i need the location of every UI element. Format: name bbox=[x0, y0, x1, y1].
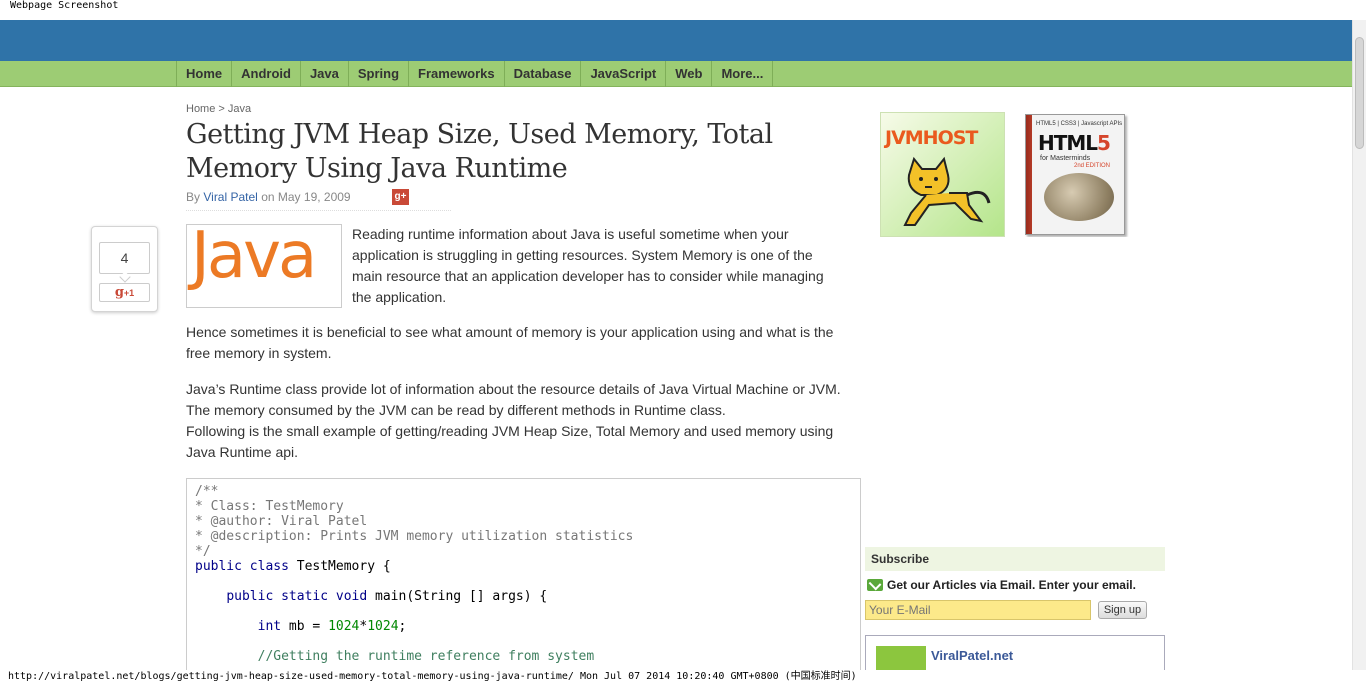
code-line: public class TestMemory { bbox=[195, 559, 852, 574]
google-plus-icon: g bbox=[114, 285, 124, 300]
article-title: Getting JVM Heap Size, Used Memory, Tota… bbox=[186, 119, 773, 184]
book-edition: 2nd EDITION bbox=[1074, 163, 1111, 169]
code-line: //Getting the runtime reference from sys… bbox=[195, 649, 852, 664]
share-widget: 4 g+1 bbox=[91, 226, 158, 312]
article-paragraph-1: Reading runtime information about Java i… bbox=[352, 226, 824, 305]
code-number: 1024 bbox=[367, 619, 399, 634]
java-logo-text: Java bbox=[191, 224, 317, 293]
code-text: mb = bbox=[281, 619, 329, 634]
brain-illustration bbox=[1044, 173, 1114, 221]
fb-page-name[interactable]: ViralPatel.net bbox=[931, 648, 1013, 663]
code-comment-line: * Class: TestMemory bbox=[195, 499, 344, 514]
nav-item-database[interactable]: Database bbox=[505, 61, 582, 87]
html5-book-ad[interactable]: HTML5 | CSS3 | Javascript APIs HTML5 for… bbox=[1022, 112, 1129, 237]
subscribe-heading: Subscribe bbox=[865, 547, 1165, 571]
main-nav-bar: Home Android Java Spring Frameworks Data… bbox=[0, 61, 1352, 87]
email-input[interactable] bbox=[865, 600, 1091, 620]
code-number: 1024 bbox=[328, 619, 360, 634]
byline-by: By bbox=[186, 190, 201, 204]
code-comment-line: * @author: Viral Patel bbox=[195, 514, 368, 529]
email-icon bbox=[867, 579, 883, 591]
book-title: HTML5 bbox=[1038, 131, 1111, 155]
code-comment-line: */ bbox=[195, 544, 211, 559]
google-plus-icon[interactable]: g+ bbox=[392, 189, 409, 205]
status-bar-url: http://viralpatel.net/blogs/getting-jvm-… bbox=[0, 670, 1366, 683]
nav-item-android[interactable]: Android bbox=[232, 61, 301, 87]
nav-item-more[interactable]: More... bbox=[712, 61, 774, 87]
publish-date: May 19, 2009 bbox=[277, 190, 351, 204]
main-nav: Home Android Java Spring Frameworks Data… bbox=[176, 61, 774, 87]
article-paragraph-3b: Following is the small example of gettin… bbox=[186, 423, 834, 460]
scrollbar-thumb[interactable] bbox=[1355, 37, 1364, 149]
book-title-number: 5 bbox=[1097, 131, 1111, 155]
nav-item-web[interactable]: Web bbox=[666, 61, 713, 87]
breadcrumb-current-link[interactable]: Java bbox=[228, 103, 251, 115]
book-title-main: HTML bbox=[1038, 131, 1098, 155]
article-byline: By Viral Patel on May 19, 2009 bbox=[186, 190, 351, 204]
signup-button[interactable]: Sign up bbox=[1098, 601, 1147, 619]
book-subtitle: for Masterminds bbox=[1040, 155, 1091, 162]
browser-window: Webpage Screenshot Home Android Java Spr… bbox=[0, 0, 1366, 683]
article-paragraph-2: Hence sometimes it is beneficial to see … bbox=[186, 324, 834, 361]
nav-item-javascript[interactable]: JavaScript bbox=[581, 61, 667, 87]
code-comment: //Getting the runtime reference from sys… bbox=[257, 649, 595, 664]
nav-item-spring[interactable]: Spring bbox=[349, 61, 410, 87]
nav-item-home[interactable]: Home bbox=[177, 61, 233, 87]
byline-divider bbox=[186, 210, 451, 211]
code-comment-line: * @description: Prints JVM memory utiliz… bbox=[195, 529, 634, 544]
code-text: ; bbox=[398, 619, 407, 634]
nav-item-java[interactable]: Java bbox=[301, 61, 349, 87]
java-logo-image: Java bbox=[186, 224, 342, 308]
breadcrumb: Home > Java bbox=[186, 103, 251, 115]
code-comment-line: /** bbox=[195, 484, 219, 499]
subscribe-description: Get our Articles via Email. Enter your e… bbox=[887, 578, 1136, 592]
code-keyword: public class bbox=[195, 559, 289, 574]
nav-item-frameworks[interactable]: Frameworks bbox=[409, 61, 505, 87]
author-link[interactable]: Viral Patel bbox=[203, 190, 257, 204]
screenshot-label: Webpage Screenshot bbox=[10, 0, 119, 11]
jvmhost-ad-banner[interactable]: JVMHOST bbox=[880, 112, 1005, 237]
share-count: 4 bbox=[99, 242, 150, 274]
vertical-scrollbar[interactable] bbox=[1352, 20, 1366, 670]
breadcrumb-separator: > bbox=[218, 103, 225, 115]
code-text: main(String [] args) { bbox=[367, 589, 548, 604]
code-line: public static void main(String [] args) … bbox=[195, 589, 852, 604]
tomcat-cat-icon bbox=[903, 156, 991, 226]
code-line: int mb = 1024*1024; bbox=[195, 619, 852, 634]
article-paragraph-3a: Java’s Runtime class provide lot of info… bbox=[186, 381, 841, 418]
article-paragraph-3: Java’s Runtime class provide lot of info… bbox=[186, 379, 846, 463]
site-header bbox=[0, 20, 1352, 61]
code-keyword: public static void bbox=[226, 589, 368, 604]
book-top-line: HTML5 | CSS3 | Javascript APIs bbox=[1036, 121, 1123, 127]
code-keyword: int bbox=[257, 619, 282, 634]
book-cover-image: HTML5 | CSS3 | Javascript APIs HTML5 for… bbox=[1025, 114, 1125, 235]
google-plus-one-button[interactable]: g+1 bbox=[99, 283, 150, 302]
code-block: /** * Class: TestMemory * @author: Viral P… bbox=[186, 478, 861, 678]
code-text: TestMemory { bbox=[288, 559, 391, 574]
facebook-like-box: ViralPatel.net bbox=[865, 635, 1165, 676]
byline-on: on bbox=[261, 190, 275, 204]
breadcrumb-home-link[interactable]: Home bbox=[186, 103, 215, 115]
plus-one-label: +1 bbox=[123, 288, 135, 298]
